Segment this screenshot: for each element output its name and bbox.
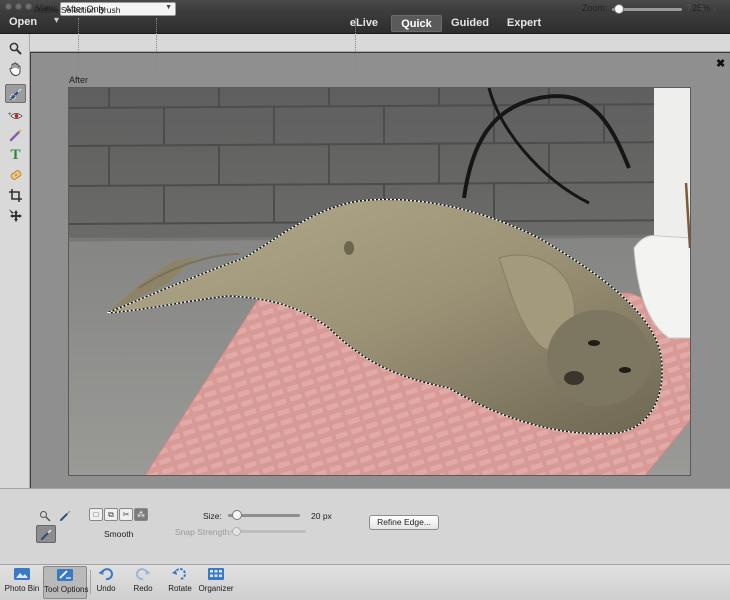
refine-edge-button[interactable]: Refine Edge... [369, 515, 439, 530]
new-selection-button[interactable]: □ [89, 508, 103, 521]
type-icon: T [10, 147, 21, 163]
tab-guided[interactable]: Guided [446, 15, 494, 32]
zoom-window-button[interactable] [25, 3, 32, 10]
crop-icon [9, 189, 22, 202]
seal-photo [69, 88, 690, 475]
photo-bin-label: Photo Bin [4, 584, 40, 593]
selection-brush-mode[interactable] [56, 508, 74, 524]
undo-label: Undo [96, 584, 116, 593]
quick-selection-tool[interactable] [5, 84, 26, 103]
red-eye-tool[interactable]: + [5, 106, 26, 125]
move-icon [8, 208, 22, 222]
mode-bar: Open ▾ eLive Quick Guided Expert [0, 13, 730, 34]
crop-tool[interactable] [5, 186, 26, 205]
panel-divider [355, 18, 356, 70]
subtract-selection-button[interactable]: ✂ [119, 508, 133, 521]
zoom-label: Zoom: [582, 3, 608, 13]
taskbar-divider [90, 570, 91, 594]
snap-strength-slider-track[interactable] [230, 530, 306, 533]
help-icon[interactable]: ? [686, 3, 691, 13]
spot-healing-icon [10, 170, 21, 180]
redo-button[interactable]: Redo [130, 566, 156, 599]
whiten-teeth-tool[interactable] [5, 126, 26, 145]
tool-options-title: Refine Selection Brush [34, 5, 121, 15]
view-title: After [69, 75, 89, 85]
panel-help-menu-icons[interactable]: ? ≡ ‹ [686, 3, 716, 13]
panel-divider [156, 18, 157, 70]
view-options-bar [0, 34, 730, 52]
zoom-slider-handle[interactable] [614, 4, 624, 14]
add-selection-icon: ⧉ [108, 509, 114, 519]
photo-bin-icon [14, 568, 30, 580]
smooth-button[interactable]: ⁂ [134, 508, 148, 521]
tool-options-button[interactable]: Tool Options [43, 566, 89, 599]
hand-icon [9, 62, 21, 76]
move-tool[interactable] [5, 206, 26, 225]
svg-text:+: + [8, 112, 12, 118]
tab-elive[interactable]: eLive [341, 15, 387, 32]
redo-icon [136, 568, 151, 581]
panel-menu-icon[interactable]: ≡ [700, 3, 705, 13]
tool-options-label: Tool Options [44, 585, 89, 594]
tab-quick[interactable]: Quick [391, 15, 442, 32]
size-label: Size: [203, 511, 222, 521]
red-eye-icon: + [8, 112, 23, 119]
snap-strength-slider-handle[interactable] [232, 527, 241, 536]
collapse-icon[interactable]: ‹ [713, 3, 716, 13]
add-selection-button[interactable]: ⧉ [104, 508, 118, 521]
zoom-tool[interactable] [5, 39, 26, 58]
organizer-icon [208, 568, 224, 580]
quick-selection-mode[interactable] [36, 508, 54, 524]
panel-divider [78, 18, 79, 70]
photo-editor-app: Open ▾ eLive Quick Guided Expert View: A… [0, 0, 730, 600]
undo-button[interactable]: Undo [93, 566, 119, 599]
redo-label: Redo [133, 584, 153, 593]
organizer-label: Organizer [198, 584, 234, 593]
size-value: 20 px [311, 511, 332, 521]
rotate-icon [172, 568, 186, 580]
refine-selection-brush-mode[interactable] [36, 525, 56, 543]
rotate-button[interactable]: Rotate [164, 566, 196, 599]
smooth-icon: ⁂ [137, 510, 145, 519]
chevron-down-icon: ▼ [165, 4, 172, 11]
minimize-window-button[interactable] [15, 3, 22, 10]
spot-healing-tool[interactable] [5, 166, 26, 185]
open-button[interactable]: Open [9, 16, 37, 28]
tool-options-icon [57, 569, 73, 581]
open-menu-caret[interactable]: ▾ [54, 15, 59, 26]
type-tool[interactable]: T [5, 146, 26, 165]
quick-selection-icon [9, 87, 22, 100]
tab-expert[interactable]: Expert [500, 15, 548, 32]
smooth-label: Smooth [104, 529, 134, 539]
zoom-icon [9, 42, 22, 55]
photo-bin-button[interactable]: Photo Bin [4, 566, 40, 599]
undo-icon [98, 568, 113, 581]
close-icon[interactable]: ✖ [716, 57, 725, 70]
snap-strength-label: Snap Strength: [175, 527, 232, 537]
quick-selection-mini-icon [40, 511, 51, 522]
selection-brush-icon [60, 510, 71, 521]
size-slider-handle[interactable] [232, 510, 242, 520]
rotate-label: Rotate [168, 584, 192, 593]
refine-selection-brush-icon [40, 529, 51, 540]
tool-options-panel [0, 488, 730, 564]
organizer-button[interactable]: Organizer [198, 566, 234, 599]
new-selection-icon: □ [93, 510, 99, 519]
push-selection-icon: ✂ [122, 510, 130, 519]
hand-tool[interactable] [5, 59, 26, 78]
photo-canvas[interactable] [68, 87, 691, 476]
whiten-teeth-icon [9, 129, 22, 142]
close-window-button[interactable] [5, 3, 12, 10]
tools-panel: + T [0, 34, 30, 488]
